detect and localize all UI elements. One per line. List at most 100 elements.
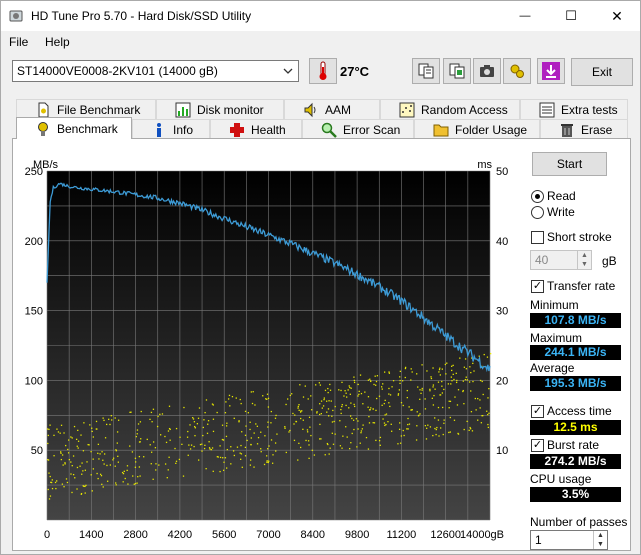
- access-time-point: [348, 385, 350, 387]
- access-time-point: [168, 456, 170, 458]
- burst-rate-checkbox[interactable]: ✓: [531, 439, 544, 452]
- access-time-point: [134, 457, 137, 459]
- access-time-point: [244, 446, 247, 449]
- access-time-point: [47, 434, 50, 437]
- menu-file[interactable]: File: [9, 35, 28, 49]
- access-time-point: [434, 427, 436, 430]
- access-time-point: [358, 390, 360, 393]
- access-time-point: [102, 459, 104, 461]
- passes-input[interactable]: 1 ▲ ▼: [530, 530, 608, 550]
- access-time-point: [457, 389, 460, 391]
- access-time-point: [207, 423, 209, 425]
- access-time-point: [97, 443, 100, 446]
- access-time-point: [459, 357, 461, 359]
- tab-info[interactable]: Info: [132, 119, 210, 139]
- access-time-point: [238, 421, 240, 423]
- access-time-point: [115, 450, 118, 452]
- drive-select[interactable]: ST14000VE0008-2KV101 (14000 gB): [12, 60, 299, 82]
- access-time-point: [201, 450, 203, 452]
- access-time-point: [143, 456, 145, 458]
- access-time-point: [309, 426, 311, 428]
- copy-text-button[interactable]: [412, 58, 440, 84]
- access-time-point: [411, 409, 413, 411]
- save-button[interactable]: [537, 58, 565, 84]
- start-button[interactable]: Start: [532, 152, 607, 176]
- access-time-point: [49, 475, 51, 478]
- access-time-point: [216, 411, 218, 414]
- tab-erase[interactable]: Erase: [540, 119, 628, 139]
- access-time-point: [349, 447, 351, 450]
- screenshot-button[interactable]: [473, 58, 501, 84]
- access-time-point: [322, 405, 325, 407]
- health-cross-icon: [230, 122, 244, 137]
- short-stroke-checkbox[interactable]: [531, 231, 544, 244]
- access-time-point: [212, 418, 215, 420]
- access-time-point: [448, 400, 450, 402]
- read-radio[interactable]: [531, 190, 544, 203]
- access-time-point: [227, 398, 230, 400]
- tab-extra-tests[interactable]: Extra tests: [520, 99, 628, 119]
- access-time-point: [367, 379, 370, 381]
- tab-disk-monitor[interactable]: Disk monitor: [156, 99, 284, 119]
- access-time-point: [266, 393, 269, 395]
- access-time-point: [391, 430, 393, 432]
- minimize-button[interactable]: —: [502, 1, 548, 31]
- tab-folder-usage[interactable]: Folder Usage: [414, 119, 540, 139]
- access-time-point: [489, 352, 492, 355]
- access-time-point: [288, 431, 290, 433]
- temperature-button[interactable]: [309, 58, 337, 84]
- tab-file-benchmark[interactable]: File Benchmark: [16, 99, 156, 119]
- access-time-point: [344, 390, 346, 392]
- access-time-point: [305, 439, 307, 442]
- write-radio[interactable]: [531, 206, 544, 219]
- access-time-point: [64, 462, 66, 464]
- access-time-point: [159, 413, 161, 415]
- access-time-point: [102, 417, 104, 419]
- spinner-arrows-icon[interactable]: ▲ ▼: [593, 531, 607, 549]
- tab-random-access[interactable]: Random Access: [380, 99, 520, 119]
- y-tick-label: 200: [25, 236, 43, 248]
- access-time-point: [219, 456, 222, 459]
- maximize-button[interactable]: ☐: [548, 1, 594, 31]
- access-time-point: [149, 418, 151, 421]
- access-time-point: [302, 396, 305, 398]
- access-time-point: [198, 459, 200, 461]
- access-time-point: [193, 425, 196, 428]
- menu-help[interactable]: Help: [45, 35, 70, 49]
- options-button[interactable]: [503, 58, 531, 84]
- exit-button[interactable]: Exit: [571, 58, 633, 86]
- tab-error-scan[interactable]: Error Scan: [302, 119, 414, 139]
- access-time-point: [402, 429, 404, 432]
- tab-aam[interactable]: AAM: [284, 99, 380, 119]
- access-time-point: [50, 481, 53, 484]
- short-stroke-input[interactable]: 40 ▲ ▼: [530, 250, 592, 270]
- spinner-arrows-icon[interactable]: ▲ ▼: [577, 251, 591, 269]
- access-time-point: [304, 385, 306, 387]
- access-time-point: [316, 412, 318, 414]
- access-time-point: [437, 381, 440, 383]
- access-time-point: [421, 364, 423, 366]
- access-time-point: [400, 402, 403, 404]
- x-tick-label: 1400: [79, 529, 103, 541]
- access-time-point: [381, 388, 383, 390]
- copy-screenshot-button[interactable]: [443, 58, 471, 84]
- tab-benchmark[interactable]: Benchmark: [16, 117, 132, 139]
- access-time-point: [479, 407, 481, 409]
- access-time-point: [378, 395, 381, 397]
- transfer-rate-checkbox[interactable]: ✓: [531, 280, 544, 293]
- access-time-point: [239, 398, 241, 401]
- access-time-point: [353, 405, 356, 408]
- access-time-point: [164, 435, 166, 438]
- tab-health[interactable]: Health: [210, 119, 302, 139]
- y2-tick-label: 30: [496, 306, 508, 318]
- access-time-point: [101, 451, 103, 453]
- access-time-point: [225, 435, 228, 438]
- access-time-checkbox[interactable]: ✓: [531, 405, 544, 418]
- close-button[interactable]: ✕: [594, 1, 640, 31]
- access-time-point: [340, 412, 342, 415]
- access-time-point: [136, 429, 139, 431]
- access-time-point: [350, 402, 352, 404]
- access-time-point: [267, 421, 269, 423]
- x-tick-label: 12600: [430, 529, 461, 541]
- access-time-point: [368, 409, 371, 411]
